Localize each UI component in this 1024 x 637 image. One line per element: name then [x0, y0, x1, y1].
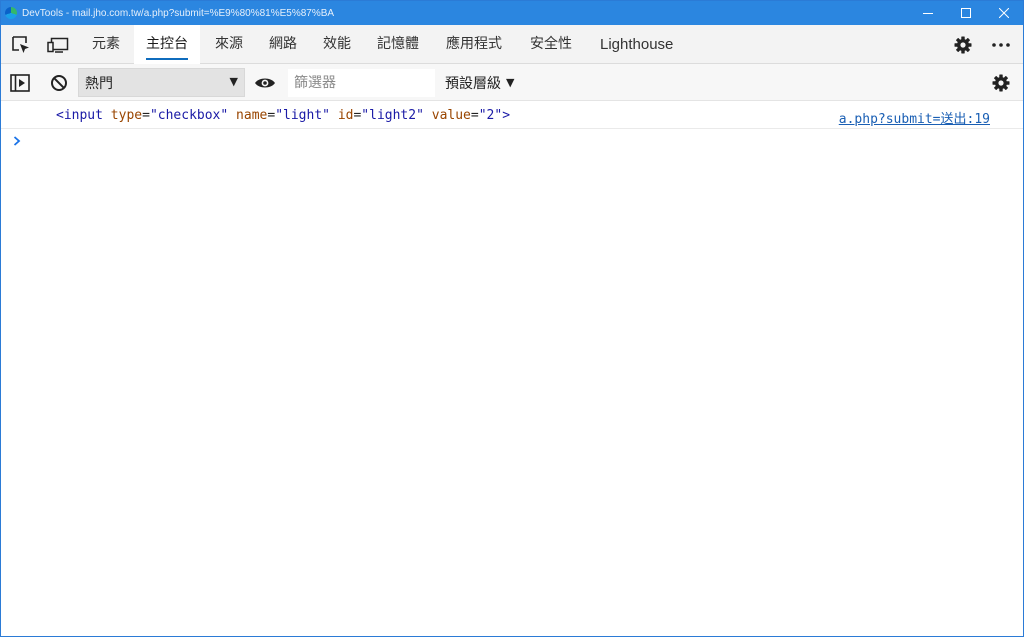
- close-button[interactable]: [985, 1, 1023, 25]
- console-message[interactable]: <input type="checkbox" name="light" id="…: [1, 101, 1023, 129]
- panel-tab-bar: 元素 主控台 來源 網路 效能 記憶體 應用程式 安全性 Lighthouse: [1, 25, 1023, 64]
- tab-performance[interactable]: 效能: [311, 25, 363, 64]
- gear-icon: [954, 36, 972, 53]
- tag-open: <input: [56, 108, 103, 123]
- tab-elements[interactable]: 元素: [80, 25, 132, 64]
- attribute-name: name: [236, 108, 268, 123]
- attribute-name: id: [337, 108, 354, 123]
- maximize-icon: [961, 8, 971, 18]
- maximize-button[interactable]: [947, 1, 985, 25]
- devtools-window: DevTools - mail.jho.com.tw/a.php?submit=…: [0, 0, 1024, 637]
- console-settings-button[interactable]: [986, 64, 1016, 101]
- tag-close: >: [502, 108, 511, 123]
- attribute-name: type: [110, 108, 143, 123]
- window-title: DevTools - mail.jho.com.tw/a.php?submit=…: [22, 7, 335, 19]
- edge-logo-icon: [5, 7, 17, 19]
- minimize-icon: [923, 13, 933, 14]
- attribute-value: "light2": [361, 108, 424, 123]
- chevron-down-icon: ▼: [229, 75, 238, 88]
- console-toolbar: 熱門 ▼ 預設層級 ▼: [1, 64, 1023, 101]
- attribute-name: value: [431, 108, 471, 123]
- log-levels-label: 預設層級: [445, 75, 501, 92]
- console-output[interactable]: <input type="checkbox" name="light" id="…: [1, 101, 1023, 636]
- sidebar-toggle-icon: [10, 73, 30, 92]
- filter-input[interactable]: [288, 69, 435, 97]
- element-node[interactable]: <input type="checkbox" name="light" id="…: [56, 108, 510, 123]
- tab-sources[interactable]: 來源: [203, 25, 255, 64]
- inspect-element-button[interactable]: [5, 25, 37, 64]
- execution-context-select[interactable]: 熱門 ▼: [78, 68, 245, 97]
- minimize-button[interactable]: [909, 1, 947, 25]
- eye-icon: [255, 78, 275, 87]
- tab-memory[interactable]: 記憶體: [365, 25, 431, 64]
- gear-icon: [992, 74, 1010, 91]
- tab-security[interactable]: 安全性: [518, 25, 584, 64]
- tab-application[interactable]: 應用程式: [434, 25, 514, 64]
- attribute-value: "2": [478, 108, 503, 123]
- source-location-link[interactable]: a.php?submit=送出:19: [839, 108, 990, 127]
- more-horizontal-icon: [992, 42, 1010, 47]
- window-controls: [909, 1, 1023, 25]
- show-sidebar-button[interactable]: [5, 64, 35, 101]
- attribute-value: "light": [275, 108, 330, 123]
- tab-network[interactable]: 網路: [257, 25, 309, 64]
- chevron-right-icon: [13, 136, 21, 146]
- more-options-button[interactable]: [985, 25, 1017, 64]
- device-emulation-button[interactable]: [42, 25, 74, 64]
- title-bar[interactable]: DevTools - mail.jho.com.tw/a.php?submit=…: [1, 1, 1023, 25]
- tab-console[interactable]: 主控台: [134, 25, 200, 64]
- settings-button[interactable]: [947, 25, 979, 64]
- live-expression-button[interactable]: [250, 64, 280, 101]
- attribute-value: "checkbox": [149, 108, 229, 123]
- device-toolbar-icon: [47, 37, 69, 53]
- console-prompt[interactable]: [11, 134, 23, 148]
- tab-lighthouse[interactable]: Lighthouse: [588, 25, 685, 64]
- clear-console-button[interactable]: [44, 64, 74, 101]
- execution-context-value: 熱門: [85, 75, 113, 92]
- close-icon: [999, 8, 1009, 18]
- log-levels-dropdown[interactable]: 預設層級 ▼: [445, 64, 514, 101]
- chevron-down-icon: ▼: [506, 76, 515, 89]
- inspect-element-icon: [12, 35, 29, 53]
- clear-icon: [51, 74, 67, 91]
